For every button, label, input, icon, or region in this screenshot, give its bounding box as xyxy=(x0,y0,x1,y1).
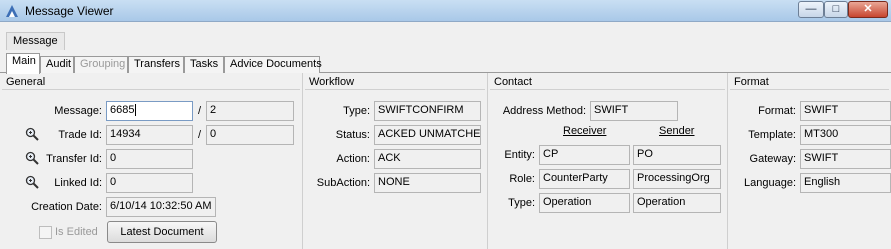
transfer-id-field[interactable]: 0 xyxy=(106,149,193,169)
trade-id-label: Trade Id: xyxy=(58,129,102,141)
address-method-label: Address Method: xyxy=(502,105,586,117)
message-id-input[interactable]: 6685 xyxy=(106,101,193,121)
template-label: Template: xyxy=(748,129,796,141)
transfer-id-label: Transfer Id: xyxy=(46,153,102,165)
sender-role-field[interactable]: ProcessingOrg xyxy=(633,169,721,189)
receiver-header: Receiver xyxy=(563,125,607,137)
title-bar: Message Viewer — □ ✕ xyxy=(0,0,891,22)
workflow-type-label: Type: xyxy=(343,105,370,117)
section-title-general: General xyxy=(6,76,46,88)
format-field[interactable]: SWIFT xyxy=(800,101,891,121)
receiver-type-field[interactable]: Operation xyxy=(539,193,630,213)
workflow-type-field[interactable]: SWIFTCONFIRM xyxy=(374,101,481,121)
tab-strip: Main Audit Grouping Transfers Tasks Advi… xyxy=(0,52,891,74)
section-title-contact: Contact xyxy=(494,76,532,88)
workflow-subaction-label: SubAction: xyxy=(316,177,370,189)
linked-id-label: Linked Id: xyxy=(54,177,102,189)
slash-separator: / xyxy=(198,129,202,141)
window-title: Message Viewer xyxy=(25,4,114,18)
magnifier-icon[interactable] xyxy=(25,151,39,165)
receiver-entity-field[interactable]: CP xyxy=(539,145,630,165)
section-divider xyxy=(2,89,300,90)
magnifier-icon[interactable] xyxy=(25,127,39,141)
latest-document-button[interactable]: Latest Document xyxy=(107,221,217,243)
contact-type-label: Type: xyxy=(508,197,535,209)
message-label: Message: xyxy=(54,105,102,117)
address-method-field[interactable]: SWIFT xyxy=(590,101,678,121)
gateway-field[interactable]: SWIFT xyxy=(800,149,891,169)
workflow-section: Workflow Type: SWIFTCONFIRM Status: ACKE… xyxy=(302,73,487,249)
general-section: General Message: 6685 / 2 Trade Id: 1493… xyxy=(0,73,302,249)
language-label: Language: xyxy=(744,177,796,189)
role-label: Role: xyxy=(509,173,535,185)
workflow-status-label: Status: xyxy=(335,129,370,141)
slash-separator: / xyxy=(198,105,202,117)
tab-grouping[interactable]: Grouping xyxy=(74,56,128,73)
workflow-action-field[interactable]: ACK xyxy=(374,149,481,169)
main-panel: General Message: 6685 / 2 Trade Id: 1493… xyxy=(0,73,891,249)
section-title-format: Format xyxy=(734,76,769,88)
maximize-button[interactable]: □ xyxy=(824,1,848,18)
contact-section: Contact Address Method: SWIFT Receiver S… xyxy=(487,73,727,249)
menu-bar: Message xyxy=(0,22,891,52)
menu-message[interactable]: Message xyxy=(6,32,65,50)
magnifier-icon[interactable] xyxy=(25,175,39,189)
section-divider xyxy=(730,89,889,90)
sender-entity-field[interactable]: PO xyxy=(633,145,721,165)
tab-main[interactable]: Main xyxy=(6,53,40,74)
app-logo-icon xyxy=(6,5,18,17)
is-edited-checkbox[interactable] xyxy=(39,226,52,239)
tab-transfers[interactable]: Transfers xyxy=(128,56,184,73)
message-version-field[interactable]: 2 xyxy=(206,101,294,121)
creation-date-label: Creation Date: xyxy=(31,201,102,213)
tab-audit[interactable]: Audit xyxy=(40,56,74,73)
format-section: Format Format: SWIFT Template: MT300 Gat… xyxy=(727,73,891,249)
close-button[interactable]: ✕ xyxy=(848,1,888,18)
workflow-action-label: Action: xyxy=(336,153,370,165)
workflow-subaction-field[interactable]: NONE xyxy=(374,173,481,193)
minimize-button[interactable]: — xyxy=(798,1,824,18)
tab-advice-documents[interactable]: Advice Documents xyxy=(224,56,322,73)
is-edited-label: Is Edited xyxy=(55,226,98,238)
sender-type-field[interactable]: Operation xyxy=(633,193,721,213)
entity-label: Entity: xyxy=(504,149,535,161)
linked-id-field[interactable]: 0 xyxy=(106,173,193,193)
section-title-workflow: Workflow xyxy=(309,76,355,88)
receiver-role-field[interactable]: CounterParty xyxy=(539,169,630,189)
format-label: Format: xyxy=(758,105,796,117)
template-field[interactable]: MT300 xyxy=(800,125,891,145)
trade-version-field[interactable]: 0 xyxy=(206,125,294,145)
language-field[interactable]: English xyxy=(800,173,891,193)
gateway-label: Gateway: xyxy=(749,153,796,165)
tab-tasks[interactable]: Tasks xyxy=(184,56,224,73)
section-divider xyxy=(305,89,485,90)
section-divider xyxy=(490,89,725,90)
sender-header: Sender xyxy=(659,125,695,137)
trade-id-field[interactable]: 14934 xyxy=(106,125,193,145)
workflow-status-field[interactable]: ACKED UNMATCHED xyxy=(374,125,481,145)
creation-date-field[interactable]: 6/10/14 10:32:50 AM xyxy=(106,197,216,217)
